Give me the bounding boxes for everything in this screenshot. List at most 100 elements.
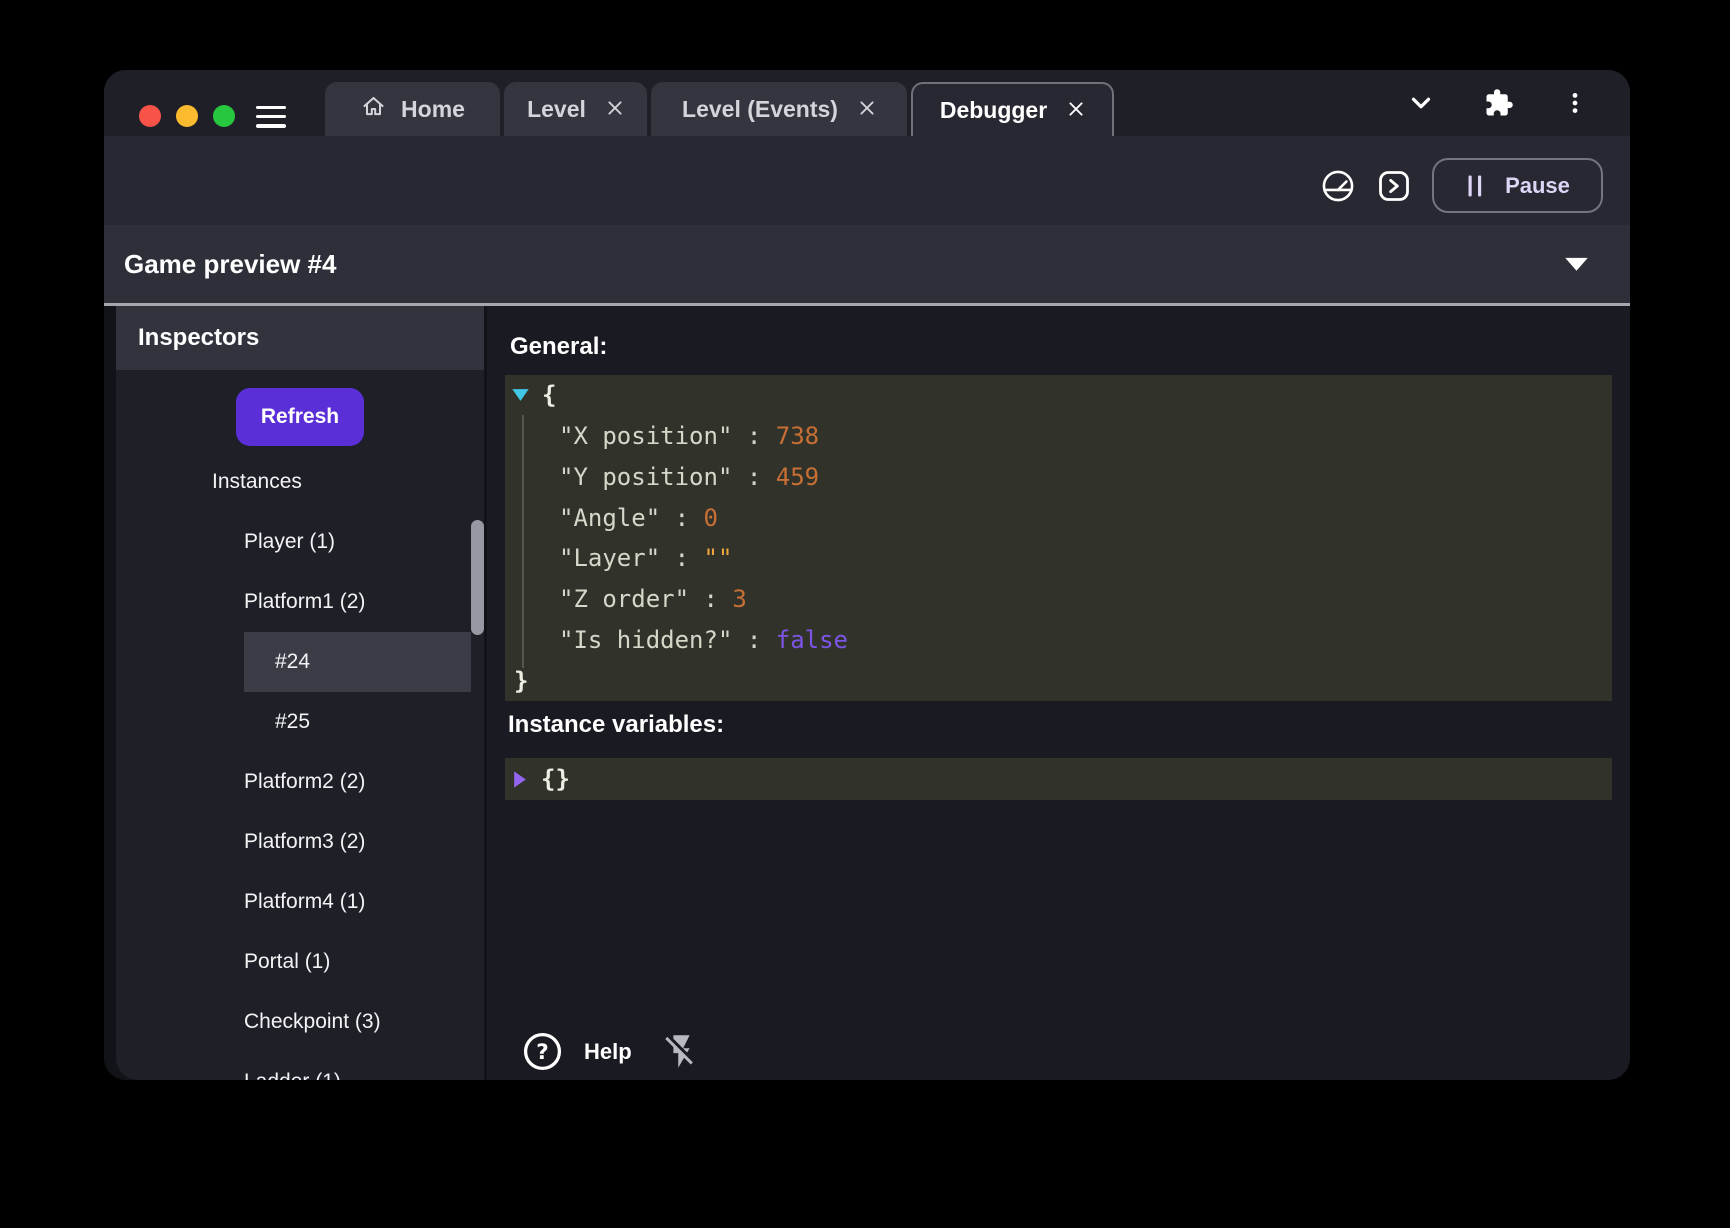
close-brace: } [514, 667, 528, 695]
json-key: "Y position" [559, 463, 732, 491]
json-entry-z-order: "Z order" : 3 [505, 579, 1612, 620]
general-json-viewer: {"X position" : 738"Y position" : 459"An… [505, 375, 1612, 701]
chevron-down-icon[interactable] [1406, 88, 1436, 118]
tree-item-player-1[interactable]: Player (1) [116, 512, 484, 572]
expanded-arrow-icon[interactable] [511, 388, 530, 402]
tree-item-label: Portal (1) [244, 950, 330, 974]
json-entry-is-hidden: "Is hidden?" : false [505, 620, 1612, 661]
help-button[interactable]: ? Help [522, 1031, 632, 1072]
key-value-separator: : [660, 544, 703, 572]
json-key: "X position" [559, 422, 732, 450]
preview-selector[interactable]: Game preview #4 [104, 225, 1630, 306]
sidebar-title: Inspectors [116, 306, 484, 370]
key-value-separator: : [660, 504, 703, 532]
titlebar-actions [1406, 70, 1588, 136]
pause-button-label: Pause [1505, 173, 1570, 199]
collapsed-arrow-icon[interactable] [513, 770, 527, 789]
tab-level[interactable]: Level [504, 82, 647, 136]
json-value: 3 [732, 585, 746, 613]
general-section-label: General: [510, 333, 607, 361]
key-value-separator: : [732, 422, 775, 450]
tree-item-24[interactable]: #24 [244, 632, 471, 692]
instance-variables-label: Instance variables: [508, 711, 724, 739]
close-tab-icon[interactable] [858, 96, 876, 123]
tree-item-platform4-1[interactable]: Platform4 (1) [116, 872, 484, 932]
key-value-separator: : [732, 626, 775, 654]
json-key: "Layer" [559, 544, 660, 572]
variables-json-viewer: {} [505, 758, 1612, 800]
titlebar: Home Level Level (Events) Debugger [104, 70, 1630, 136]
pause-icon [1465, 174, 1485, 198]
tree-item-label: Platform3 (2) [244, 830, 365, 854]
close-tab-icon[interactable] [606, 96, 624, 123]
instances-tree: Instances Player (1) Platform1 (2) #24 #25 Pl… [116, 452, 484, 1080]
json-entry-angle: "Angle" : 0 [505, 497, 1612, 538]
zoom-window-button[interactable] [213, 105, 235, 127]
svg-text:?: ? [536, 1040, 548, 1065]
tree-item-label: Player (1) [244, 530, 335, 554]
json-value: 459 [776, 463, 819, 491]
tree-item-25[interactable]: #25 [116, 692, 484, 752]
tree-item-platform3-2[interactable]: Platform3 (2) [116, 812, 484, 872]
console-icon[interactable] [1376, 168, 1412, 204]
debugger-toolbar: Pause [104, 136, 1630, 225]
flash-off-icon[interactable] [662, 1032, 701, 1071]
sidebar-scrollbar-thumb[interactable] [471, 520, 484, 635]
puzzle-extensions-icon[interactable] [1484, 88, 1514, 118]
tab-debugger[interactable]: Debugger [911, 82, 1114, 136]
close-window-button[interactable] [139, 105, 161, 127]
pause-button[interactable]: Pause [1432, 158, 1603, 213]
json-key: "Is hidden?" [559, 626, 732, 654]
tree-item-ladder-1[interactable]: Ladder (1) [116, 1052, 484, 1080]
home-icon [360, 93, 387, 126]
kebab-menu-icon[interactable] [1562, 90, 1588, 116]
help-label: Help [584, 1039, 632, 1065]
hamburger-menu-icon[interactable] [256, 106, 286, 128]
tree-item-label: Ladder (1) [244, 1070, 341, 1080]
variables-collapsed-value: {} [541, 765, 570, 793]
open-brace: { [542, 381, 556, 409]
tab-home[interactable]: Home [325, 82, 500, 136]
help-row: ? Help [522, 1031, 701, 1072]
minimize-window-button[interactable] [176, 105, 198, 127]
tab-label: Home [401, 96, 465, 123]
json-entry-y-position: "Y position" : 459 [505, 457, 1612, 498]
tree-item-label: #25 [275, 710, 310, 734]
preview-title: Game preview #4 [104, 249, 336, 280]
json-value: "" [704, 544, 733, 572]
inspector-panel: General: {"X position" : 738 "Y position"… [487, 306, 1630, 1080]
dropdown-caret-icon[interactable] [1563, 256, 1590, 272]
tree-item-label: Platform1 (2) [244, 590, 365, 614]
tab-level-events[interactable]: Level (Events) [651, 82, 907, 136]
key-value-separator: : [732, 463, 775, 491]
json-value: 738 [776, 422, 819, 450]
tree-item-label: Checkpoint (3) [244, 1010, 381, 1034]
content-area: Inspectors Refresh Instances Player (1) Pl… [104, 306, 1630, 1080]
refresh-button[interactable]: Refresh [236, 388, 364, 446]
tree-item-label: Platform2 (2) [244, 770, 365, 794]
tab-label: Debugger [940, 97, 1047, 124]
tree-item-label: Platform4 (1) [244, 890, 365, 914]
json-close-row: } [505, 660, 1612, 701]
tree-item-instances[interactable]: Instances [116, 452, 484, 512]
tree-item-platform2-2[interactable]: Platform2 (2) [116, 752, 484, 812]
json-key: "Angle" [559, 504, 660, 532]
screen: Home Level Level (Events) Debugger [0, 0, 1730, 1228]
tree-item-portal-1[interactable]: Portal (1) [116, 932, 484, 992]
window-controls [139, 105, 235, 127]
inspectors-sidebar: Inspectors Refresh Instances Player (1) Pl… [116, 306, 484, 1080]
tree-item-checkpoint-3[interactable]: Checkpoint (3) [116, 992, 484, 1052]
tab-label: Level [527, 96, 586, 123]
json-value: 0 [704, 504, 718, 532]
json-key: "Z order" [559, 585, 689, 613]
tab-label: Level (Events) [682, 96, 838, 123]
question-circle-icon: ? [522, 1031, 563, 1072]
tree-item-label: Instances [212, 470, 302, 494]
speedometer-profiler-icon[interactable] [1320, 168, 1356, 204]
tab-bar: Home Level Level (Events) Debugger [325, 82, 1114, 136]
json-value: false [776, 626, 848, 654]
app-window: Home Level Level (Events) Debugger [104, 70, 1630, 1080]
tree-item-label: #24 [275, 650, 310, 674]
tree-item-platform1-2[interactable]: Platform1 (2) [116, 572, 484, 632]
close-tab-icon[interactable] [1067, 97, 1085, 124]
